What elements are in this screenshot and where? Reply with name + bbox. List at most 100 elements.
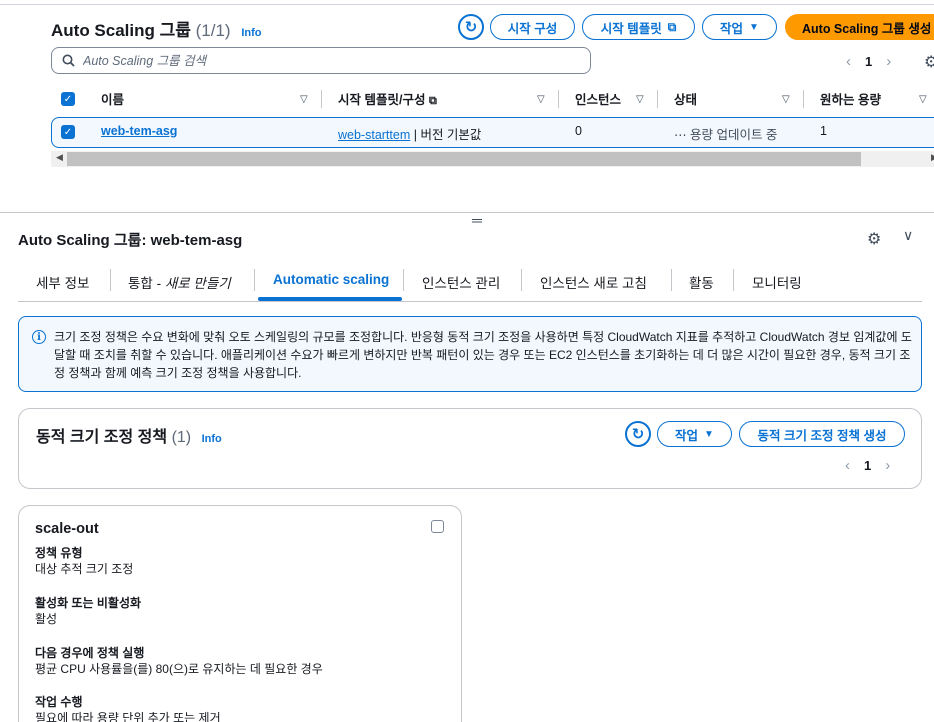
asg-name-link[interactable]: web-tem-asg (101, 124, 177, 138)
select-all-checkbox[interactable]: ✓ (61, 92, 75, 106)
sort-icon[interactable]: ▽ (636, 94, 644, 105)
col-header-status[interactable]: 상태 (674, 89, 697, 108)
col-header-desired[interactable]: 원하는 용량 (820, 89, 881, 108)
caret-down-icon: ▼ (749, 21, 759, 33)
create-asg-label: Auto Scaling 그룹 생성 (802, 21, 932, 36)
list-pagination: ‹ 1 › (846, 53, 891, 70)
policy-actions-button[interactable]: 작업 ▼ (657, 421, 732, 447)
field-value: 평균 CPU 사용률을(를) 80(으)로 유지하는 데 필요한 경우 (35, 662, 323, 676)
alert-text: 크기 조정 정책은 수요 변화에 맞춰 오토 스케일링의 규모를 조정합니다. … (54, 330, 912, 380)
policy-checkbox[interactable] (431, 520, 444, 533)
info-link[interactable]: Info (202, 433, 222, 445)
col-header-name[interactable]: 이름 (101, 89, 124, 108)
create-policy-label: 동적 크기 조정 정책 생성 (757, 428, 887, 443)
panel-title: 동적 크기 조정 정책 (1) Info (36, 423, 222, 447)
drag-handle-icon[interactable]: ═ (472, 212, 482, 228)
sort-icon[interactable]: ▽ (537, 94, 545, 105)
table-row[interactable] (51, 117, 934, 148)
settings-gear-icon[interactable]: ⚙ (924, 52, 934, 72)
launch-config-label: 시작 구성 (507, 21, 558, 36)
actions-label: 작업 (720, 21, 744, 36)
launch-config-button[interactable]: 시작 구성 (490, 14, 575, 40)
search-input[interactable] (83, 53, 563, 68)
active-tab-indicator (258, 297, 402, 301)
settings-gear-icon[interactable]: ⚙ (867, 229, 881, 249)
sort-icon[interactable]: ▽ (782, 94, 790, 105)
column-divider[interactable] (558, 90, 559, 108)
status-cell: ⋯ 용량 업데이트 중 (674, 124, 777, 143)
next-page-icon[interactable]: › (885, 457, 890, 474)
field-label: 다음 경우에 정책 실행 (35, 646, 145, 660)
refresh-button[interactable]: ↻ (625, 421, 651, 447)
tab-separator (521, 269, 522, 291)
info-icon: i (32, 330, 46, 344)
tab-integrations[interactable]: 통합 - 새로 만들기 (128, 272, 231, 292)
top-divider (0, 4, 934, 5)
column-divider[interactable] (803, 90, 804, 108)
detail-tabs: 세부 정보 통합 - 새로 만들기 Automatic scaling 인스턴스… (18, 266, 922, 302)
info-link[interactable]: Info (241, 27, 261, 39)
tab-integrations-new: 새로 만들기 (164, 276, 231, 291)
template-link[interactable]: web-starttem (338, 128, 410, 142)
field-label: 활성화 또는 비활성화 (35, 596, 142, 610)
tab-separator (403, 269, 404, 291)
prev-page-icon[interactable]: ‹ (845, 457, 850, 474)
refresh-icon: ↻ (464, 19, 478, 36)
chevron-down-icon[interactable]: ∨ (903, 227, 913, 244)
tab-separator (733, 269, 734, 291)
actions-button[interactable]: 작업 ▼ (702, 14, 777, 40)
status-text: 용량 업데이트 중 (689, 128, 778, 142)
tab-monitoring[interactable]: 모니터링 (752, 272, 802, 292)
detail-title: Auto Scaling 그룹: web-tem-asg (18, 232, 243, 249)
col-header-template-label: 시작 템플릿/구성 (338, 93, 426, 107)
field-value: 활성 (35, 612, 58, 626)
tab-instance-refresh[interactable]: 인스턴스 새로 고침 (540, 272, 647, 292)
column-divider[interactable] (321, 90, 322, 108)
launch-template-button[interactable]: 시작 템플릿 ⧉ (582, 14, 695, 40)
tab-separator (254, 269, 255, 291)
policy-pagination: ‹ 1 › (845, 457, 890, 474)
field-label: 작업 수행 (35, 695, 83, 709)
split-divider (0, 212, 934, 213)
tab-details[interactable]: 세부 정보 (36, 272, 89, 292)
tab-separator (671, 269, 672, 291)
horizontal-scrollbar[interactable]: ◀ ▶ (51, 151, 934, 167)
tab-automatic-scaling[interactable]: Automatic scaling (273, 272, 389, 287)
policy-card: scale-out 정책 유형 대상 추적 크기 조정 활성화 또는 비활성화 … (18, 505, 462, 722)
tab-separator (110, 269, 111, 291)
create-asg-button[interactable]: Auto Scaling 그룹 생성 (785, 14, 934, 40)
launch-template-label: 시작 템플릿 (600, 21, 662, 36)
caret-down-icon: ▼ (704, 428, 714, 440)
search-icon (62, 54, 75, 67)
field-value: 필요에 따라 용량 단위 추가 또는 제거 (35, 711, 221, 722)
col-header-template[interactable]: 시작 템플릿/구성 ⧉ (338, 89, 437, 108)
search-field[interactable] (51, 47, 591, 74)
field-label: 정책 유형 (35, 546, 83, 560)
sort-icon[interactable]: ▽ (300, 94, 308, 105)
policy-name: scale-out (35, 521, 99, 537)
dynamic-scaling-panel: 동적 크기 조정 정책 (1) Info ↻ 작업 ▼ 동적 크기 조정 정책 … (18, 408, 922, 489)
page-number[interactable]: 1 (865, 54, 872, 69)
create-policy-button[interactable]: 동적 크기 조정 정책 생성 (739, 421, 905, 447)
next-page-icon[interactable]: › (886, 53, 891, 70)
page-number[interactable]: 1 (864, 458, 871, 473)
scrollbar-thumb[interactable] (67, 152, 861, 166)
col-header-instances[interactable]: 인스턴스 (575, 89, 621, 108)
tab-activity[interactable]: 활동 (689, 272, 714, 292)
sort-icon[interactable]: ▽ (919, 94, 927, 105)
tab-integrations-label: 통합 - (128, 276, 165, 291)
row-checkbox[interactable]: ✓ (61, 125, 75, 139)
panel-title-text: 동적 크기 조정 정책 (36, 429, 168, 446)
refresh-icon: ↻ (631, 426, 645, 443)
tab-instance-management[interactable]: 인스턴스 관리 (422, 272, 500, 292)
list-title-text: Auto Scaling 그룹 (51, 21, 191, 40)
panel-count: (1) (171, 429, 192, 446)
field-value: 대상 추적 크기 조정 (35, 562, 134, 576)
prev-page-icon[interactable]: ‹ (846, 53, 851, 70)
scroll-left-icon[interactable]: ◀ (56, 152, 63, 163)
refresh-button[interactable]: ↻ (458, 14, 484, 40)
pending-icon: ⋯ (674, 128, 687, 142)
external-link-icon: ⧉ (667, 19, 677, 34)
column-divider[interactable] (657, 90, 658, 108)
external-link-icon: ⧉ (428, 95, 437, 107)
